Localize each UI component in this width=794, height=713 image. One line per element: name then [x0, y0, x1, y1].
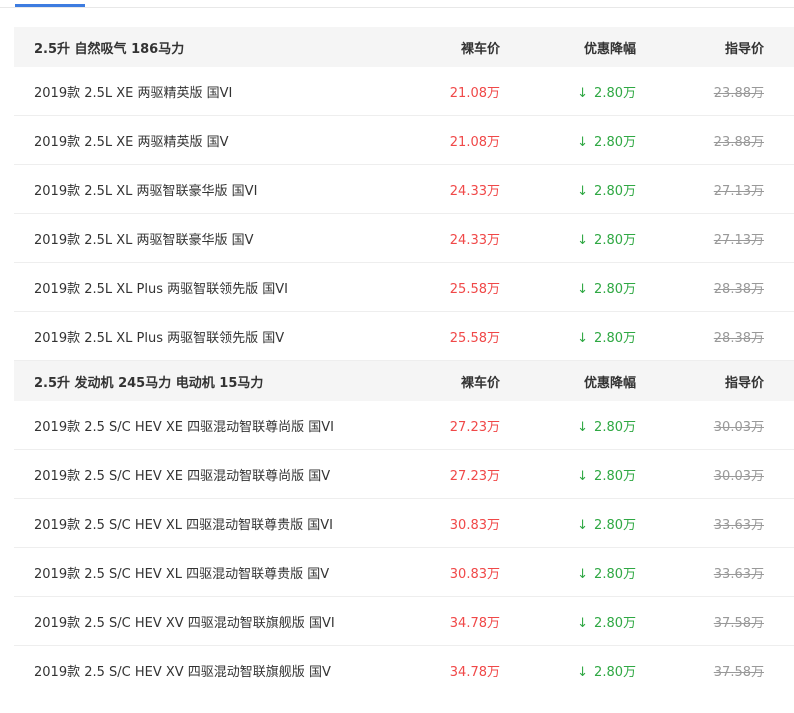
- discount-value: 2.80万: [594, 517, 636, 533]
- guide-price: 30.03万: [713, 419, 764, 435]
- model-name[interactable]: 2019款 2.5 S/C HEV XE 四驱混动智联尊尚版 国V: [14, 465, 374, 484]
- guide-price: 28.38万: [713, 281, 764, 297]
- table-row[interactable]: 2019款 2.5L XE 两驱精英版 国V 21.08万 ↓ 2.80万 23.…: [14, 116, 794, 165]
- model-name[interactable]: 2019款 2.5L XE 两驱精英版 国VI: [14, 82, 374, 101]
- arrow-down-icon: ↓: [577, 183, 589, 199]
- column-header-guide: 指导价: [724, 375, 764, 391]
- model-name[interactable]: 2019款 2.5L XL Plus 两驱智联领先版 国VI: [14, 278, 374, 297]
- price: 21.08万: [449, 85, 500, 101]
- price-table: 2.5升 自然吸气 186马力 裸车价 优惠降幅 指导价 2019款 2.5L …: [14, 27, 794, 694]
- table-row[interactable]: 2019款 2.5 S/C HEV XL 四驱混动智联尊贵版 国VI 30.83…: [14, 499, 794, 548]
- table-row[interactable]: 2019款 2.5L XL 两驱智联豪华版 国V 24.33万 ↓ 2.80万 2…: [14, 214, 794, 263]
- discount: ↓ 2.80万: [500, 180, 636, 199]
- arrow-down-icon: ↓: [577, 419, 589, 435]
- guide-price: 37.58万: [713, 615, 764, 631]
- price: 30.83万: [449, 566, 500, 582]
- section-title: 2.5升 自然吸气 186马力: [34, 41, 185, 57]
- model-name[interactable]: 2019款 2.5 S/C HEV XV 四驱混动智联旗舰版 国V: [14, 661, 374, 680]
- model-name[interactable]: 2019款 2.5 S/C HEV XE 四驱混动智联尊尚版 国VI: [14, 416, 374, 435]
- price: 34.78万: [449, 664, 500, 680]
- discount-value: 2.80万: [594, 85, 636, 101]
- table-row[interactable]: 2019款 2.5L XL Plus 两驱智联领先版 国V 25.58万 ↓ 2.…: [14, 312, 794, 361]
- model-name[interactable]: 2019款 2.5L XL Plus 两驱智联领先版 国V: [14, 327, 374, 346]
- guide-price: 33.63万: [713, 566, 764, 582]
- arrow-down-icon: ↓: [577, 85, 589, 101]
- price: 25.58万: [449, 281, 500, 297]
- discount-value: 2.80万: [594, 232, 636, 248]
- price: 24.33万: [449, 183, 500, 199]
- guide-price: 27.13万: [713, 232, 764, 248]
- discount: ↓ 2.80万: [500, 278, 636, 297]
- table-row[interactable]: 2019款 2.5L XE 两驱精英版 国VI 21.08万 ↓ 2.80万 23…: [14, 67, 794, 116]
- arrow-down-icon: ↓: [577, 232, 589, 248]
- guide-price: 28.38万: [713, 330, 764, 346]
- arrow-down-icon: ↓: [577, 615, 589, 631]
- table-row[interactable]: 2019款 2.5 S/C HEV XE 四驱混动智联尊尚版 国VI 27.23…: [14, 401, 794, 450]
- discount: ↓ 2.80万: [500, 82, 636, 101]
- arrow-down-icon: ↓: [577, 281, 589, 297]
- discount: ↓ 2.80万: [500, 661, 636, 680]
- guide-price: 33.63万: [713, 517, 764, 533]
- discount: ↓ 2.80万: [500, 612, 636, 631]
- discount: ↓ 2.80万: [500, 327, 636, 346]
- arrow-down-icon: ↓: [577, 330, 589, 346]
- table-row[interactable]: 2019款 2.5 S/C HEV XV 四驱混动智联旗舰版 国VI 34.78…: [14, 597, 794, 646]
- active-tab-indicator[interactable]: [15, 4, 85, 7]
- guide-price: 27.13万: [713, 183, 764, 199]
- price: 25.58万: [449, 330, 500, 346]
- price: 34.78万: [449, 615, 500, 631]
- discount-value: 2.80万: [594, 419, 636, 435]
- discount-value: 2.80万: [594, 468, 636, 484]
- model-name[interactable]: 2019款 2.5 S/C HEV XV 四驱混动智联旗舰版 国VI: [14, 612, 374, 631]
- discount-value: 2.80万: [594, 281, 636, 297]
- column-header-guide: 指导价: [724, 41, 764, 57]
- column-header-discount: 优惠降幅: [583, 375, 636, 391]
- column-header-discount: 优惠降幅: [583, 41, 636, 57]
- price: 21.08万: [449, 134, 500, 150]
- section-header: 2.5升 发动机 245马力 电动机 15马力 裸车价 优惠降幅 指导价: [14, 361, 794, 401]
- price: 30.83万: [449, 517, 500, 533]
- discount: ↓ 2.80万: [500, 416, 636, 435]
- model-name[interactable]: 2019款 2.5L XE 两驱精英版 国V: [14, 131, 374, 150]
- discount-value: 2.80万: [594, 664, 636, 680]
- table-row[interactable]: 2019款 2.5L XL Plus 两驱智联领先版 国VI 25.58万 ↓ 2…: [14, 263, 794, 312]
- model-name[interactable]: 2019款 2.5L XL 两驱智联豪华版 国VI: [14, 180, 374, 199]
- section-header: 2.5升 自然吸气 186马力 裸车价 优惠降幅 指导价: [14, 27, 794, 67]
- table-row[interactable]: 2019款 2.5L XL 两驱智联豪华版 国VI 24.33万 ↓ 2.80万 …: [14, 165, 794, 214]
- guide-price: 23.88万: [713, 134, 764, 150]
- price: 24.33万: [449, 232, 500, 248]
- discount-value: 2.80万: [594, 183, 636, 199]
- discount: ↓ 2.80万: [500, 514, 636, 533]
- discount: ↓ 2.80万: [500, 229, 636, 248]
- arrow-down-icon: ↓: [577, 664, 589, 680]
- table-row[interactable]: 2019款 2.5 S/C HEV XE 四驱混动智联尊尚版 国V 27.23万…: [14, 450, 794, 499]
- guide-price: 37.58万: [713, 664, 764, 680]
- arrow-down-icon: ↓: [577, 517, 589, 533]
- discount-value: 2.80万: [594, 566, 636, 582]
- section-title: 2.5升 发动机 245马力 电动机 15马力: [34, 375, 264, 391]
- discount-value: 2.80万: [594, 134, 636, 150]
- column-header-price: 裸车价: [460, 41, 500, 57]
- price: 27.23万: [449, 468, 500, 484]
- arrow-down-icon: ↓: [577, 134, 589, 150]
- tab-bar: [0, 0, 794, 8]
- arrow-down-icon: ↓: [577, 468, 589, 484]
- model-name[interactable]: 2019款 2.5 S/C HEV XL 四驱混动智联尊贵版 国VI: [14, 514, 374, 533]
- discount-value: 2.80万: [594, 330, 636, 346]
- arrow-down-icon: ↓: [577, 566, 589, 582]
- discount: ↓ 2.80万: [500, 465, 636, 484]
- guide-price: 30.03万: [713, 468, 764, 484]
- discount: ↓ 2.80万: [500, 131, 636, 150]
- column-header-price: 裸车价: [460, 375, 500, 391]
- model-name[interactable]: 2019款 2.5L XL 两驱智联豪华版 国V: [14, 229, 374, 248]
- guide-price: 23.88万: [713, 85, 764, 101]
- table-row[interactable]: 2019款 2.5 S/C HEV XV 四驱混动智联旗舰版 国V 34.78万…: [14, 646, 794, 694]
- price: 27.23万: [449, 419, 500, 435]
- table-row[interactable]: 2019款 2.5 S/C HEV XL 四驱混动智联尊贵版 国V 30.83万…: [14, 548, 794, 597]
- discount-value: 2.80万: [594, 615, 636, 631]
- discount: ↓ 2.80万: [500, 563, 636, 582]
- model-name[interactable]: 2019款 2.5 S/C HEV XL 四驱混动智联尊贵版 国V: [14, 563, 374, 582]
